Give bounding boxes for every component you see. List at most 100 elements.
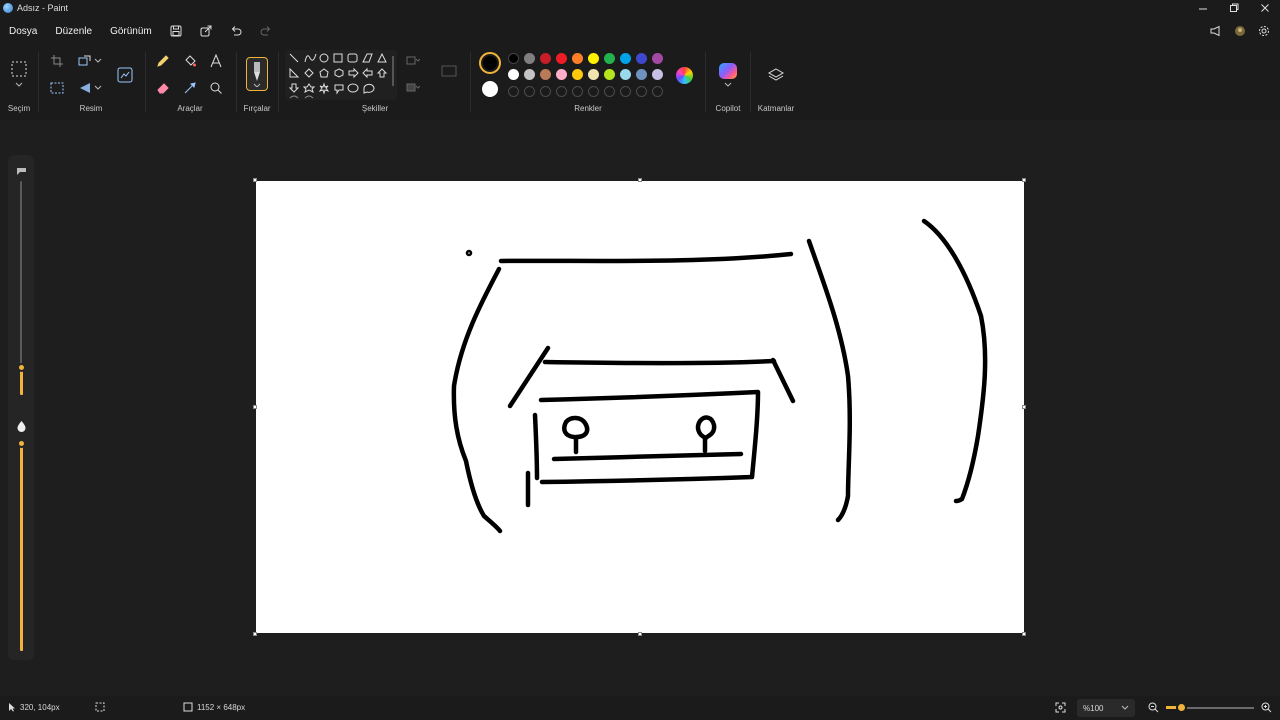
background-removal-icon[interactable] [116, 66, 134, 84]
close-icon[interactable] [1249, 0, 1280, 16]
settings-icon[interactable] [1256, 23, 1272, 39]
redo-icon[interactable] [251, 25, 281, 37]
layers-icon[interactable] [767, 66, 785, 84]
zoom-out-icon[interactable] [1148, 702, 1159, 713]
sketch-drawing [451, 218, 988, 534]
custom-color-slot[interactable] [652, 86, 663, 97]
zoom-select[interactable]: %100 [1077, 699, 1135, 717]
canvas-resize-handle[interactable] [253, 405, 257, 409]
zoom-slider-thumb[interactable] [1176, 702, 1187, 713]
custom-color-slot[interactable] [540, 86, 551, 97]
magnifier-icon[interactable] [207, 79, 225, 97]
color-swatch-yellow[interactable] [588, 53, 599, 64]
fill-bucket-icon[interactable] [181, 52, 199, 70]
current-color-swatch[interactable] [479, 52, 501, 74]
brush-size-slider[interactable] [20, 181, 22, 393]
copilot-dropdown-icon[interactable] [719, 80, 737, 90]
custom-color-slot[interactable] [524, 86, 535, 97]
opacity-icon [16, 419, 27, 437]
brushes-button[interactable] [246, 57, 268, 91]
paint-app-icon [3, 3, 13, 13]
canvas-resize-handle[interactable] [253, 178, 257, 182]
color-swatch-gray[interactable] [524, 53, 535, 64]
color-swatch-dark-red[interactable] [540, 53, 551, 64]
fit-to-window-icon[interactable] [1055, 702, 1066, 713]
undo-icon[interactable] [221, 25, 251, 37]
color-swatch-green[interactable] [604, 53, 615, 64]
feedback-icon[interactable] [1208, 23, 1224, 39]
canvas-resize-handle[interactable] [253, 632, 257, 636]
minimize-icon[interactable] [1187, 0, 1218, 16]
color-swatch-black[interactable] [508, 53, 519, 64]
canvas-resize-handle[interactable] [1022, 178, 1026, 182]
zoom-value: %100 [1083, 703, 1104, 713]
drawing-canvas[interactable] [256, 181, 1024, 633]
selection-tool-icon[interactable] [10, 60, 28, 78]
window-controls [1187, 0, 1280, 16]
shape-fill-icon[interactable] [404, 79, 422, 97]
color-swatch-red[interactable] [556, 53, 567, 64]
save-icon[interactable] [161, 25, 191, 37]
share-icon[interactable] [191, 25, 221, 37]
shapes-gallery[interactable] [285, 50, 397, 100]
shape-outline-icon[interactable] [404, 52, 422, 70]
color-swatch-purple[interactable] [652, 53, 663, 64]
status-bar: 320, 104px 1152 × 648px %100 [0, 696, 1280, 720]
menu-bar: Dosya Düzenle Görünüm [0, 16, 1280, 46]
custom-color-slot[interactable] [572, 86, 583, 97]
custom-color-slot[interactable] [604, 86, 615, 97]
opacity-slider-thumb[interactable] [17, 439, 26, 448]
menu-duzenle[interactable]: Düzenle [46, 26, 101, 37]
canvas-resize-handle[interactable] [1022, 405, 1026, 409]
image-select-icon[interactable] [48, 79, 66, 97]
canvas-resize-handle[interactable] [638, 632, 642, 636]
color-picker-icon[interactable] [181, 79, 199, 97]
menu-dosya[interactable]: Dosya [0, 26, 46, 37]
opacity-slider[interactable] [20, 441, 23, 651]
custom-color-slot[interactable] [508, 86, 519, 97]
color-swatch-white[interactable] [508, 69, 519, 80]
group-label-tools: Araçlar [177, 104, 203, 113]
selection-size-icon [95, 702, 105, 712]
cursor-icon [9, 703, 15, 712]
color-swatch-rose[interactable] [556, 69, 567, 80]
custom-color-slot[interactable] [556, 86, 567, 97]
restore-icon[interactable] [1218, 0, 1249, 16]
brush-size-slider-thumb[interactable] [17, 363, 26, 372]
color-swatch-blue-gray[interactable] [636, 69, 647, 80]
canvas-resize-handle[interactable] [638, 178, 642, 182]
brush-size-icon [16, 164, 27, 182]
custom-color-slot[interactable] [636, 86, 647, 97]
pencil-icon[interactable] [154, 52, 172, 70]
color-swatch-light-gray[interactable] [524, 69, 535, 80]
color-swatch-gold[interactable] [572, 69, 583, 80]
custom-color-slot[interactable] [588, 86, 599, 97]
copilot-icon[interactable] [719, 63, 737, 79]
text-icon[interactable] [207, 52, 225, 70]
color-swatch-indigo[interactable] [636, 53, 647, 64]
shape-edit-icon[interactable] [440, 62, 458, 80]
menu-gorunum[interactable]: Görünüm [101, 26, 161, 37]
zoom-in-icon[interactable] [1261, 702, 1272, 713]
color-swatch-light-yellow[interactable] [588, 69, 599, 80]
eraser-icon[interactable] [154, 79, 172, 97]
edit-colors-icon[interactable] [676, 67, 693, 84]
color-swatch-turquoise[interactable] [620, 53, 631, 64]
account-icon[interactable] [1232, 23, 1248, 39]
canvas-resize-handle[interactable] [1022, 632, 1026, 636]
color-swatch-orange[interactable] [572, 53, 583, 64]
resize-dropdown-icon[interactable] [92, 52, 104, 70]
color-swatch-brown[interactable] [540, 69, 551, 80]
canvas-size-icon [183, 702, 193, 712]
rotate-dropdown-icon[interactable] [92, 79, 104, 97]
window-title: Adsız - Paint [17, 3, 69, 13]
crop-icon[interactable] [48, 52, 66, 70]
custom-color-slot[interactable] [620, 86, 631, 97]
color-swatch-lime[interactable] [604, 69, 615, 80]
title-bar: Adsız - Paint [0, 0, 1280, 16]
color-swatch-lavender[interactable] [652, 69, 663, 80]
selection-dropdown-icon[interactable] [10, 80, 28, 90]
secondary-color-swatch[interactable] [482, 81, 498, 97]
group-label-selection: Seçim [7, 104, 31, 113]
color-swatch-light-turquoise[interactable] [620, 69, 631, 80]
